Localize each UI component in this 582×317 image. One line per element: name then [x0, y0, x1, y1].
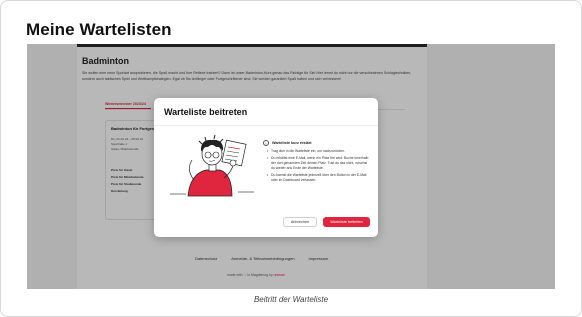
info-list: Trag dich in die Warteliste ein, um nach…: [267, 149, 371, 185]
waitlist-modal: Warteliste beitreten i Warteliste kurz e…: [154, 98, 378, 237]
info-title: Warteliste kurz erklärt: [272, 141, 312, 145]
screenshot-frame: Badminton Sie wollen eine neue Sportart …: [27, 44, 555, 289]
figure-caption: Beitritt der Warteliste: [253, 295, 329, 304]
join-waitlist-button[interactable]: Warteliste beitreten: [323, 217, 370, 227]
info-icon: i: [263, 140, 269, 146]
info-item: Du kannst die Warteliste jederzeit über …: [267, 173, 371, 183]
modal-title: Warteliste beitreten: [164, 107, 248, 117]
modal-divider: [154, 125, 378, 126]
person-reading-illustration: [170, 134, 254, 197]
cancel-button[interactable]: Abbrechen: [283, 217, 317, 227]
info-item: Du erhältst eine E-Mail, wenn ein Platz …: [267, 156, 371, 172]
info-item: Trag dich in die Warteliste ein, um nach…: [267, 149, 371, 154]
info-header: i Warteliste kurz erklärt: [263, 140, 312, 146]
page-heading: Meine Wartelisten: [26, 20, 172, 39]
